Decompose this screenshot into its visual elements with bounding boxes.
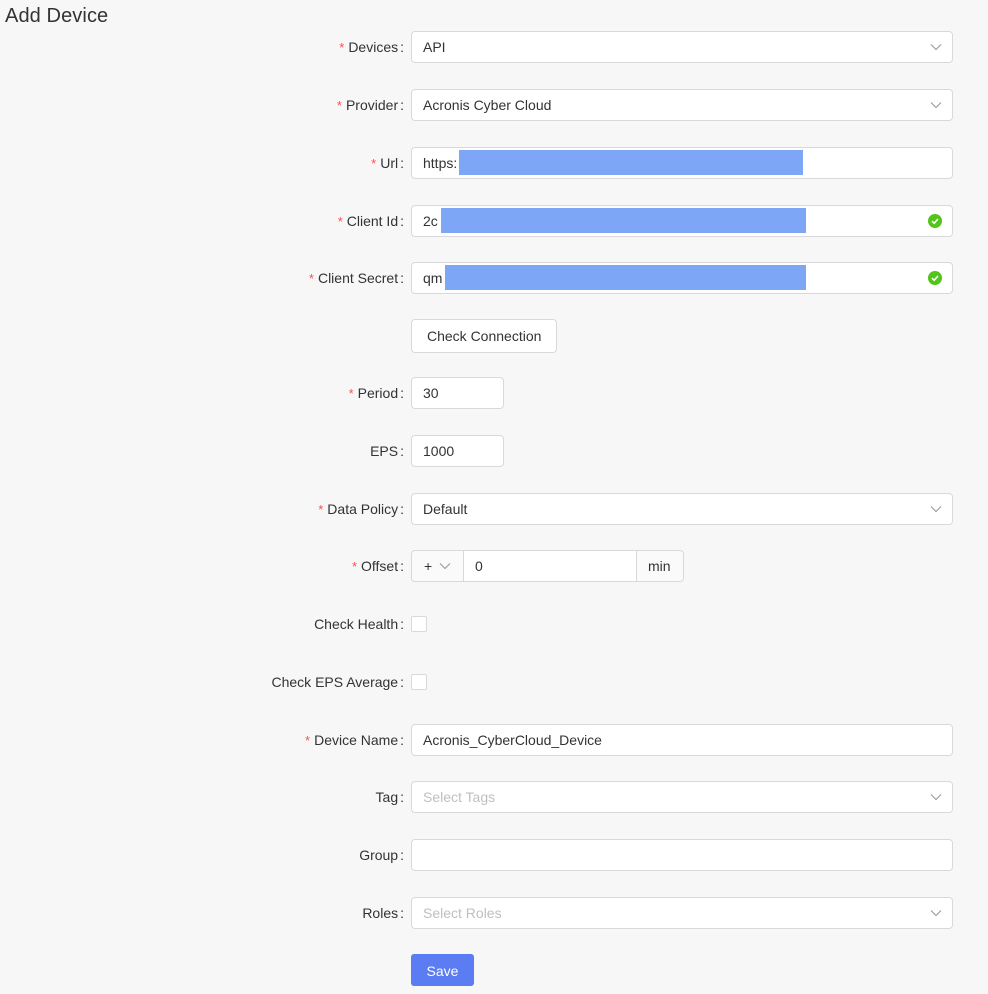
client-secret-row: * Client Secret: qm [0,262,988,294]
url-input[interactable]: https: [411,147,953,179]
client-id-input[interactable]: 2c [411,205,953,237]
offset-group: + 0 min [411,550,684,582]
redaction-block [445,265,806,290]
devices-value: API [423,39,446,55]
save-button[interactable]: Save [411,954,474,986]
eps-value: 1000 [423,443,455,459]
client-secret-input[interactable]: qm [411,262,953,294]
offset-value: 0 [475,558,483,574]
roles-row: Roles: Select Roles [0,897,988,929]
period-value: 30 [423,385,439,401]
check-circle-icon [928,271,942,285]
devices-select[interactable]: API [411,31,953,63]
group-input[interactable] [411,839,953,871]
check-connection-button[interactable]: Check Connection [411,319,558,353]
group-label: Group: [359,847,404,863]
check-health-row: Check Health: [0,608,988,640]
period-row: * Period: 30 [0,377,988,409]
chevron-down-icon [439,563,451,570]
period-label: * Period: [348,385,404,401]
devices-label: * Devices: [339,39,404,55]
group-row: Group: [0,839,988,871]
client-id-label: * Client Id: [337,213,404,229]
chevron-down-icon [930,44,942,51]
offset-label: * Offset: [351,558,404,574]
data-policy-row: * Data Policy: Default [0,493,988,525]
offset-input[interactable]: 0 [463,550,637,582]
provider-label: * Provider: [336,97,404,113]
tag-row: Tag: Select Tags [0,781,988,813]
chevron-down-icon [930,910,942,917]
offset-row: * Offset: + 0 min [0,550,988,582]
url-value: https: [423,155,458,171]
device-name-value: Acronis_CyberCloud_Device [423,732,602,748]
client-id-value: 2c [423,213,438,229]
check-connection-row: Check Connection [0,319,988,353]
check-eps-average-checkbox[interactable] [411,674,427,690]
device-name-label: * Device Name: [305,732,404,748]
eps-input[interactable]: 1000 [411,435,504,467]
provider-select[interactable]: Acronis Cyber Cloud [411,89,953,121]
client-secret-label: * Client Secret: [308,270,404,286]
client-secret-value: qm [423,270,443,286]
chevron-down-icon [930,794,942,801]
roles-placeholder: Select Roles [423,905,502,921]
roles-select[interactable]: Select Roles [411,897,953,929]
tag-select[interactable]: Select Tags [411,781,953,813]
provider-value: Acronis Cyber Cloud [423,97,552,113]
check-health-checkbox[interactable] [411,616,427,632]
save-row: Save [0,954,988,986]
chevron-down-icon [930,102,942,109]
redaction-block [441,208,806,233]
eps-label: EPS: [370,443,404,459]
offset-sign-select[interactable]: + [411,550,463,582]
url-row: * Url: https: [0,147,988,179]
data-policy-label: * Data Policy: [318,501,404,517]
eps-row: EPS: 1000 [0,435,988,467]
url-label: * Url: [371,155,404,171]
device-name-row: * Device Name: Acronis_CyberCloud_Device [0,724,988,756]
devices-row: * Devices: API [0,31,988,63]
tag-placeholder: Select Tags [423,789,496,805]
check-eps-average-label: Check EPS Average: [271,674,405,690]
provider-row: * Provider: Acronis Cyber Cloud [0,89,988,121]
tag-label: Tag: [375,789,404,805]
client-id-row: * Client Id: 2c [0,205,988,237]
period-input[interactable]: 30 [411,377,504,409]
page-title: Add Device [5,5,109,27]
offset-sign-value: + [424,558,433,574]
check-health-label: Check Health: [314,616,404,632]
roles-label: Roles: [362,905,404,921]
redaction-block [459,150,803,175]
data-policy-select[interactable]: Default [411,493,953,525]
chevron-down-icon [930,506,942,513]
device-name-input[interactable]: Acronis_CyberCloud_Device [411,724,953,756]
check-eps-average-row: Check EPS Average: [0,666,988,698]
check-circle-icon [928,214,942,228]
offset-unit: min [637,550,684,582]
data-policy-value: Default [423,501,468,517]
